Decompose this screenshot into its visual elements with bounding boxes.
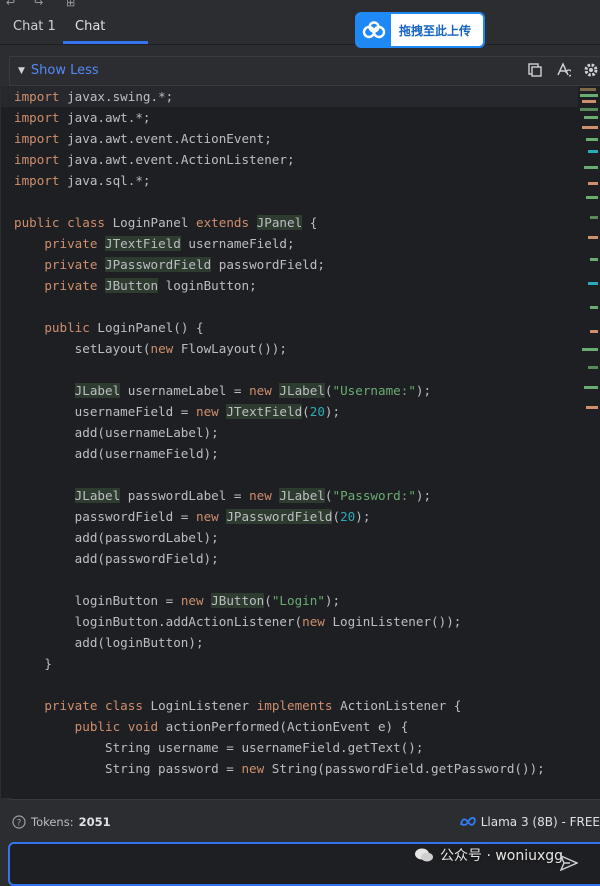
copy-icon[interactable] [526,61,544,79]
watermark-text: 公众号 · woniuxgg [440,848,564,864]
code-block-panel: ▼ Show Less import javax.swing.*; import j… [1,56,600,800]
send-button[interactable] [559,854,579,875]
triangle-down-icon: ▼ [18,66,25,76]
tokens-label: Tokens: [31,815,74,829]
chat-tab-bar: Chat 1 Chat 2× [0,8,600,73]
send-icon [559,854,579,872]
tab-label: Chat 1 [13,19,56,34]
meta-logo-icon [459,817,476,826]
token-counter: ? Tokens: 2051 [12,815,111,829]
show-less-toggle[interactable]: ▼ Show Less [18,63,99,78]
code-editor[interactable]: import javax.swing.*; import java.awt.*; i… [1,86,579,798]
code-minimap[interactable] [578,86,600,416]
help-icon[interactable]: ? [12,815,26,829]
tokens-value: 2051 [78,815,111,829]
cloud-icon [357,14,391,46]
code-actions [526,61,600,79]
replace-icon[interactable] [554,61,572,79]
wechat-icon [415,848,433,862]
chat-footer: ? Tokens: 2051 Llama 3 (8B) - FREE [0,806,600,840]
model-label: Llama 3 (8B) - FREE [480,815,600,829]
tab-chat-2[interactable]: Chat 2× [63,8,148,73]
settings-icon[interactable] [582,61,600,79]
upload-drop-badge[interactable]: 拖拽至此上传 [355,12,485,48]
show-less-label: Show Less [30,63,99,78]
model-selector[interactable]: Llama 3 (8B) - FREE [459,815,600,829]
tab-chat-1[interactable]: Chat 1 [1,8,68,44]
svg-text:?: ? [17,819,22,829]
wechat-watermark: 公众号 · woniuxgg [414,845,563,865]
code-content: import javax.swing.*; import java.awt.*; i… [1,86,579,798]
code-block-header: ▼ Show Less [10,57,600,86]
upload-badge-label: 拖拽至此上传 [399,23,472,38]
top-toolbar-strip: ↩ ↪ ⊞ [0,0,600,9]
